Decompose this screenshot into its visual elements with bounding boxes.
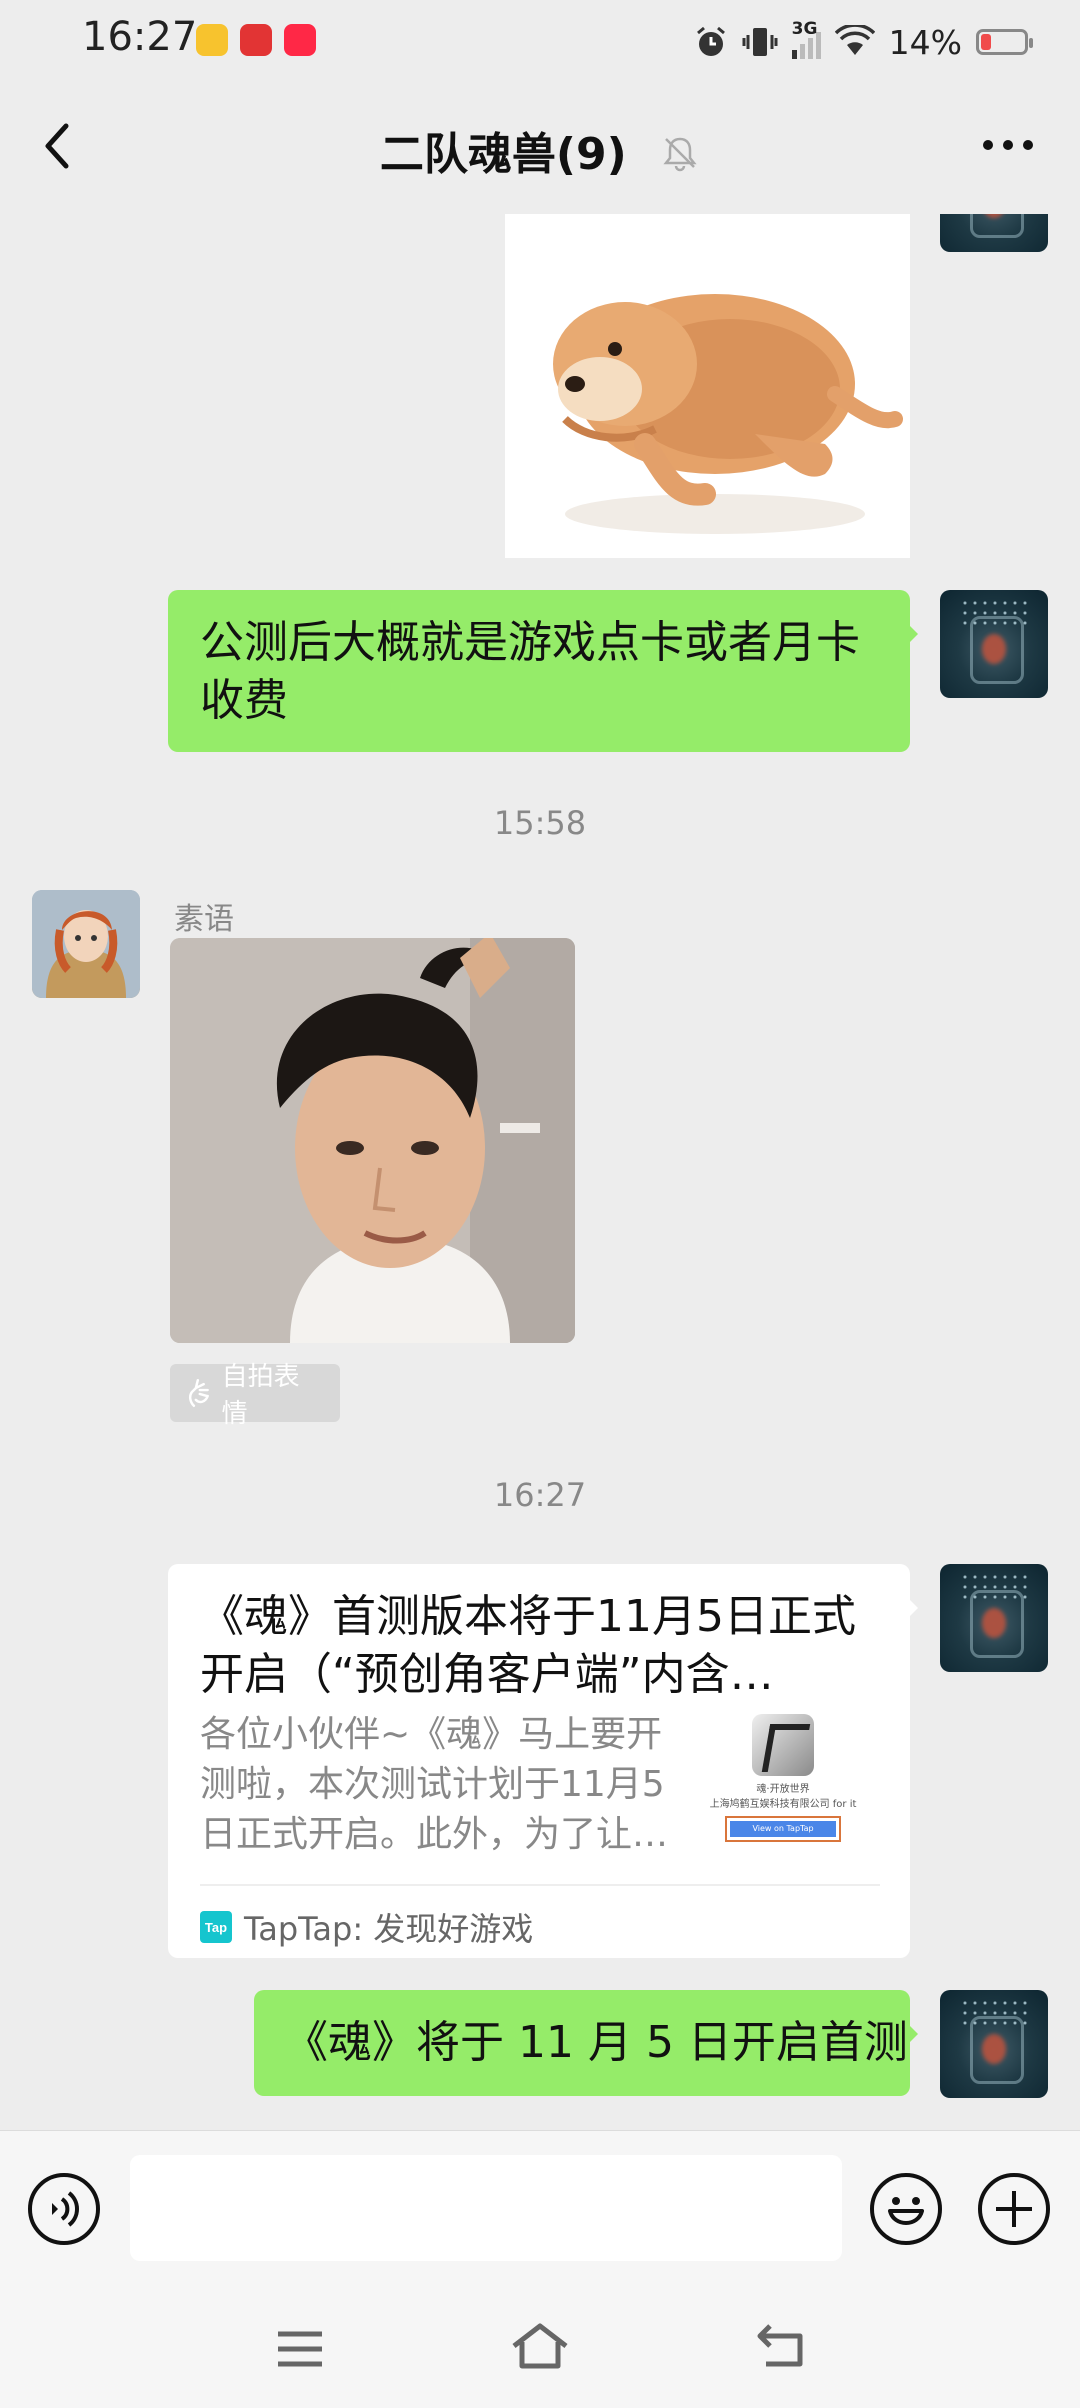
netease-music-icon xyxy=(240,24,272,56)
my-avatar[interactable] xyxy=(940,214,1048,252)
home-icon xyxy=(512,2323,568,2369)
link-card-title: 《魂》首测版本将于11月5日正式开启（“预创角客户端”内含… xyxy=(200,1591,856,1700)
back-nav-button[interactable] xyxy=(752,2318,812,2374)
bell-off-icon xyxy=(663,137,697,172)
chat-header: 二队魂兽(9) xyxy=(0,84,1080,214)
sticker-selfie[interactable] xyxy=(170,938,575,1343)
link-card-thumbnail: 魂·开放世界 上海鸠鹤互娱科技有限公司 for it View on TapTa… xyxy=(708,1714,858,1854)
message-timestamp: 15:58 xyxy=(493,804,587,842)
frog-doge-image xyxy=(553,294,903,534)
message-text: 《魂》将于 11 月 5 日开启首测 xyxy=(284,2017,908,2068)
wifi-icon xyxy=(834,25,875,55)
menu-nav-button[interactable] xyxy=(272,2324,328,2374)
taptap-logo-icon: Tap xyxy=(200,1911,232,1943)
sticker-frog[interactable] xyxy=(505,214,910,558)
game-app-icon xyxy=(752,1714,814,1776)
message-text: 公测后大概就是游戏点卡或者月卡收费 xyxy=(200,617,860,726)
selfie-sticker-tag[interactable]: 自拍表情 xyxy=(170,1362,340,1429)
message-bubble-sent[interactable]: 《魂》将于 11 月 5 日开启首测 xyxy=(254,1990,918,2096)
voice-button[interactable] xyxy=(28,2173,100,2245)
xiaohongshu-icon xyxy=(284,24,316,56)
sender-avatar[interactable] xyxy=(32,890,140,998)
thumbnail-button: View on TapTap xyxy=(730,1821,836,1837)
vibrate-icon xyxy=(742,28,778,56)
menu-icon xyxy=(278,2331,322,2367)
status-right: 3G 14% xyxy=(694,16,1033,68)
home-nav-button[interactable] xyxy=(508,2318,572,2374)
emoji-button[interactable] xyxy=(870,2173,942,2245)
selfie-tag-label: 自拍表情 xyxy=(221,1362,300,1429)
sender-name: 素语 xyxy=(174,902,234,937)
anime-avatar-image xyxy=(32,890,140,998)
return-icon xyxy=(757,2324,803,2367)
my-avatar[interactable] xyxy=(940,1990,1048,2098)
status-bar: 16:27 3G 14% xyxy=(0,0,1080,84)
man-selfie-image xyxy=(170,938,575,1343)
message-bubble-sent[interactable]: 公测后大概就是游戏点卡或者月卡收费 xyxy=(168,590,918,752)
message-list[interactable]: 公测后大概就是游戏点卡或者月卡收费 15:58 素语 自拍表情 16:27 《魂… xyxy=(0,214,1080,2130)
link-card-source-text: TapTap: 发现好游戏 xyxy=(244,1910,534,1948)
message-timestamp: 16:27 xyxy=(493,1476,587,1514)
voice-icon xyxy=(52,2191,79,2227)
hand-gesture-icon xyxy=(188,1378,209,1408)
battery-icon xyxy=(976,29,1033,55)
emoji-icon xyxy=(888,2197,924,2225)
more-dots-icon xyxy=(983,140,1033,150)
chat-title-text: 二队魂兽(9) xyxy=(379,129,627,180)
my-avatar[interactable] xyxy=(940,590,1048,698)
weibo-icon xyxy=(196,24,228,56)
link-card-description: 各位小伙伴~《魂》马上要开测啦，本次测试计划于11月5日正式开启。此外，为了让… xyxy=(200,1714,669,1855)
status-time: 16:27 xyxy=(82,14,198,60)
system-nav-bar xyxy=(0,2286,1080,2408)
my-avatar[interactable] xyxy=(940,1564,1048,1672)
plus-icon xyxy=(996,2191,1032,2227)
message-input[interactable] xyxy=(130,2155,842,2261)
network-type: 3G xyxy=(791,19,818,39)
chat-title: 二队魂兽(9) xyxy=(0,118,1080,182)
thumbnail-line2: 上海鸠鹤互娱科技有限公司 for it xyxy=(709,1799,857,1810)
chat-input-bar xyxy=(0,2130,1080,2287)
alarm-icon xyxy=(696,26,725,56)
battery-percent: 14% xyxy=(888,22,962,62)
battery-fill xyxy=(981,34,991,50)
cellular-signal-icon: 3G xyxy=(791,19,821,59)
link-card[interactable]: 《魂》首测版本将于11月5日正式开启（“预创角客户端”内含… 各位小伙伴~《魂》… xyxy=(168,1564,918,1958)
thumbnail-button-frame: View on TapTap xyxy=(725,1816,841,1842)
link-card-divider xyxy=(200,1884,880,1886)
link-card-source: Tap TapTap: 发现好游戏 xyxy=(200,1904,533,1950)
thumbnail-line1: 魂·开放世界 xyxy=(756,1784,810,1795)
plus-button[interactable] xyxy=(978,2173,1050,2245)
more-button[interactable] xyxy=(976,120,1040,170)
